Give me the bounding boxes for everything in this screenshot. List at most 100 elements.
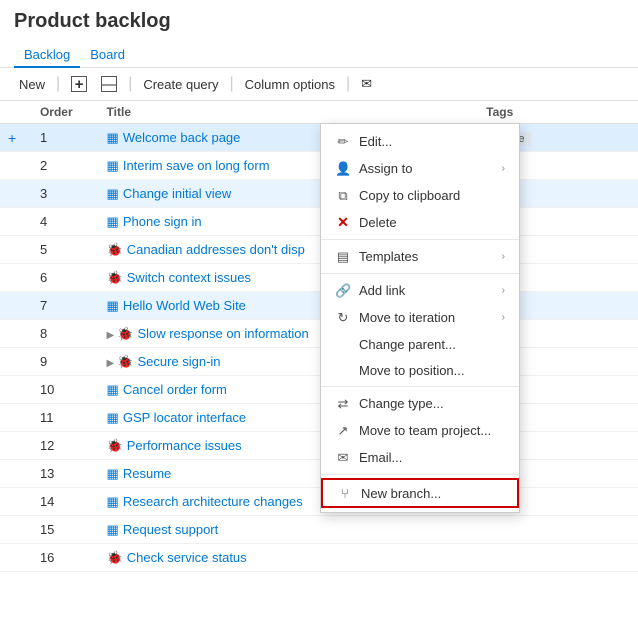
- add-child-button[interactable]: +: [66, 73, 92, 95]
- cm-item-change-type---[interactable]: ⇄ Change type...: [321, 390, 519, 417]
- bug-icon: 🐞: [107, 438, 123, 453]
- sep1: |: [56, 75, 60, 93]
- cm-item-email---[interactable]: ✉ Email...: [321, 444, 519, 471]
- table-row: 9 ▶🐞Secure sign-in: [0, 348, 638, 376]
- cm-item-move-to-iteration[interactable]: ↻ Move to iteration ›: [321, 304, 519, 331]
- item-title-link[interactable]: Interim save on long form: [123, 158, 270, 173]
- story-icon: ▦: [107, 466, 119, 481]
- email-button[interactable]: ✉: [356, 73, 377, 95]
- item-title-link[interactable]: Hello World Web Site: [123, 298, 246, 313]
- cm-item-icon: ⇄: [335, 395, 351, 412]
- cm-item-assign-to[interactable]: 👤 Assign to ›: [321, 155, 519, 182]
- tab-board[interactable]: Board: [80, 43, 135, 68]
- tab-backlog[interactable]: Backlog: [14, 43, 80, 68]
- item-title-link[interactable]: Performance issues: [127, 438, 242, 453]
- cm-item-label: Change type...: [359, 396, 444, 411]
- cm-sub-arrow: ›: [502, 312, 505, 323]
- cm-item-label: Move to team project...: [359, 423, 491, 438]
- item-title-link[interactable]: GSP locator interface: [123, 410, 246, 425]
- item-title-link[interactable]: Slow response on information: [137, 326, 308, 341]
- item-title-link[interactable]: Canadian addresses don't disp: [127, 242, 305, 257]
- table-row: 10 ▦Cancel order form: [0, 376, 638, 404]
- cm-item-label: Edit...: [359, 134, 392, 149]
- table-row: 2 ▦ Interim save on long form: [0, 152, 638, 180]
- item-title-link[interactable]: Research architecture changes: [123, 494, 303, 509]
- cm-item-copy-to-clipboard[interactable]: ⧉ Copy to clipboard: [321, 182, 519, 209]
- item-title-link[interactable]: Change initial view: [123, 186, 231, 201]
- row-order: 3: [32, 180, 99, 208]
- row-add: [0, 432, 32, 460]
- sep2: |: [128, 75, 132, 93]
- row-order: 2: [32, 152, 99, 180]
- table-row: 16 🐞Check service status: [0, 544, 638, 572]
- cm-item-content: ⇄ Change type...: [335, 395, 444, 412]
- row-add: [0, 292, 32, 320]
- cm-divider: [321, 386, 519, 387]
- cm-divider: [321, 474, 519, 475]
- cm-item-change-parent---[interactable]: Change parent...: [321, 331, 519, 357]
- row-title: 🐞 Check service status: [99, 544, 439, 572]
- cm-item-label: Templates: [359, 249, 418, 264]
- row-order: 10: [32, 376, 99, 404]
- row-add: +: [0, 124, 32, 152]
- cm-item-label: Email...: [359, 450, 402, 465]
- item-title-link[interactable]: Phone sign in: [123, 214, 202, 229]
- column-options-button[interactable]: Column options: [240, 74, 340, 95]
- row-ellipsis-cell: [438, 544, 478, 572]
- cm-item-add-link[interactable]: 🔗 Add link ›: [321, 277, 519, 304]
- cm-item-label: Change parent...: [359, 337, 456, 352]
- cm-item-content: Move to position...: [335, 362, 465, 378]
- item-title-link[interactable]: Secure sign-in: [137, 354, 220, 369]
- expand-icon[interactable]: ▶: [107, 358, 115, 369]
- cm-item-move-to-team-project---[interactable]: ↗ Move to team project...: [321, 417, 519, 444]
- cm-item-label: Assign to: [359, 161, 412, 176]
- page-header: Product backlog: [0, 0, 638, 43]
- cm-item-content: ↗ Move to team project...: [335, 422, 491, 439]
- cm-item-icon: ✏: [335, 133, 351, 150]
- row-add: [0, 208, 32, 236]
- item-title-link[interactable]: Welcome back page: [123, 130, 241, 145]
- expand-icon[interactable]: ▶: [107, 330, 115, 341]
- table-row: 13 ▦Resume: [0, 460, 638, 488]
- cm-item-edit---[interactable]: ✏ Edit...: [321, 128, 519, 155]
- bug-icon: 🐞: [117, 354, 133, 369]
- cm-item-move-to-position---[interactable]: Move to position...: [321, 357, 519, 383]
- collapse-button[interactable]: —: [96, 73, 122, 95]
- create-query-button[interactable]: Create query: [138, 74, 223, 95]
- row-order: 12: [32, 432, 99, 460]
- cm-item-content: ✕ Delete: [335, 214, 397, 231]
- cm-item-new-branch---[interactable]: ⑂ New branch...: [321, 478, 519, 508]
- cm-item-icon: ⑂: [337, 485, 353, 501]
- table-row: 3 ▦Change initial view: [0, 180, 638, 208]
- new-button[interactable]: New: [14, 74, 50, 95]
- row-order: 5: [32, 236, 99, 264]
- cm-item-content: ⑂ New branch...: [337, 485, 441, 501]
- row-title: ▦ Request support: [99, 516, 439, 544]
- sep3: |: [229, 75, 233, 93]
- cm-item-icon: [335, 336, 351, 352]
- item-title-link[interactable]: Request support: [123, 522, 218, 537]
- cm-item-delete[interactable]: ✕ Delete: [321, 209, 519, 236]
- table-row: 14 ▦Research architecture changes: [0, 488, 638, 516]
- item-title-link[interactable]: Check service status: [127, 550, 247, 565]
- row-order: 8: [32, 320, 99, 348]
- item-title-link[interactable]: Switch context issues: [127, 270, 251, 285]
- bug-icon: 🐞: [107, 550, 123, 565]
- cm-item-content: ↻ Move to iteration: [335, 309, 455, 326]
- cm-item-icon: ▤: [335, 248, 351, 265]
- table-row: + 1 ▦Welcome back page ··· Mobile: [0, 124, 638, 152]
- item-title-link[interactable]: Resume: [123, 466, 171, 481]
- story-icon: ▦: [107, 522, 119, 537]
- cm-item-content: ✉ Email...: [335, 449, 402, 466]
- cm-sub-arrow: ›: [502, 251, 505, 262]
- tab-bar: Backlog Board: [0, 43, 638, 68]
- cm-item-label: Move to iteration: [359, 310, 455, 325]
- sep4: |: [346, 75, 350, 93]
- table-row: 6 🐞Switch context issues: [0, 264, 638, 292]
- story-icon: ▦: [107, 158, 119, 173]
- item-title-link[interactable]: Cancel order form: [123, 382, 227, 397]
- bug-icon: 🐞: [107, 242, 123, 257]
- table-row: 5 🐞 Canadian addresses don't disp: [0, 236, 638, 264]
- cm-item-templates[interactable]: ▤ Templates ›: [321, 243, 519, 270]
- add-row-icon[interactable]: +: [8, 130, 16, 146]
